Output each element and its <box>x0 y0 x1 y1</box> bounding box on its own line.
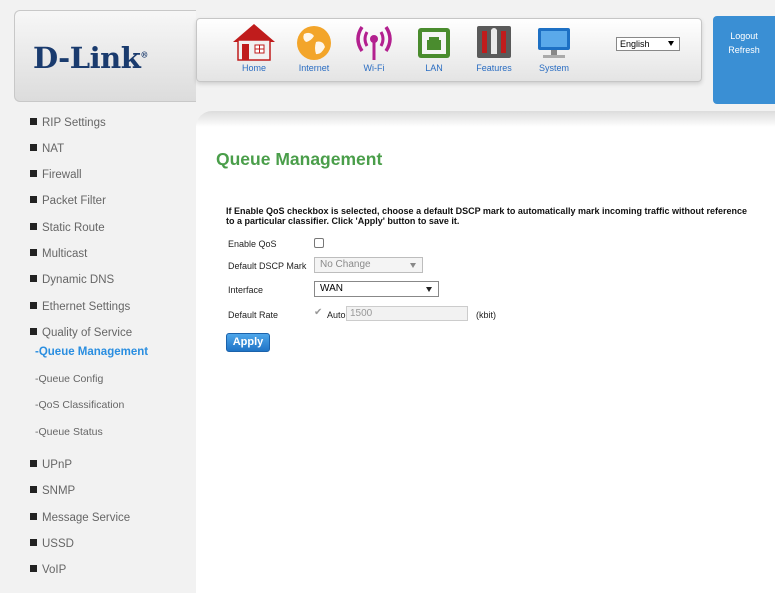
nav-lan[interactable]: LAN <box>404 22 464 80</box>
nav-lan-label: LAN <box>425 63 443 73</box>
sidebar-item-packet-filter[interactable]: Packet Filter <box>30 195 106 207</box>
language-value: English <box>620 39 650 49</box>
chevron-down-icon <box>426 287 432 292</box>
bullet-icon <box>30 460 37 467</box>
sidebar-item-message-service[interactable]: Message Service <box>30 512 130 524</box>
nav-system-label: System <box>538 63 569 73</box>
bullet-icon <box>30 144 37 151</box>
nav-internet-label: Internet <box>298 63 330 73</box>
enable-qos-checkbox[interactable] <box>314 238 324 248</box>
home-icon <box>233 24 275 61</box>
sidebar-sub-queue-config[interactable]: -Queue Config <box>35 373 103 385</box>
bullet-icon <box>30 249 37 256</box>
interface-select[interactable]: WAN <box>314 281 439 297</box>
sidebar-item-voip[interactable]: VoIP <box>30 564 66 576</box>
logout-link[interactable]: Logout <box>713 31 775 41</box>
nav-home[interactable]: Home <box>224 22 284 80</box>
default-rate-input[interactable]: 1500 <box>346 306 468 321</box>
bullet-icon <box>30 302 37 309</box>
bullet-icon <box>30 170 37 177</box>
refresh-link[interactable]: Refresh <box>713 45 775 55</box>
sidebar-sub-queue-status[interactable]: -Queue Status <box>35 426 103 438</box>
bullet-icon <box>30 539 37 546</box>
auto-checkbox[interactable]: ✔ <box>314 307 322 318</box>
chevron-down-icon <box>410 263 416 268</box>
apply-button[interactable]: Apply <box>226 333 270 352</box>
brand-panel: D-Link® <box>14 10 196 102</box>
dscp-label: Default DSCP Mark <box>228 261 307 271</box>
auto-label: Auto <box>327 310 346 320</box>
bullet-icon <box>30 196 37 203</box>
nav-features[interactable]: Features <box>464 22 524 80</box>
nav-wifi[interactable]: Wi-Fi <box>344 22 404 80</box>
sidebar: RIP Settings NAT Firewall Packet Filter … <box>0 106 195 593</box>
page-title: Queue Management <box>216 149 383 169</box>
nav-wifi-label: Wi-Fi <box>363 63 385 73</box>
interface-label: Interface <box>228 285 264 295</box>
bullet-icon <box>30 223 37 230</box>
nav-system[interactable]: System <box>524 22 584 80</box>
sidebar-item-static-route[interactable]: Static Route <box>30 222 105 234</box>
sidebar-sub-queue-management[interactable]: -Queue Management <box>35 346 148 358</box>
nav-home-label: Home <box>241 63 266 73</box>
d-link-logo: D-Link® <box>33 41 148 75</box>
sidebar-item-dynamic-dns[interactable]: Dynamic DNS <box>30 274 114 286</box>
sidebar-sub-qos-classification[interactable]: -QoS Classification <box>35 399 124 411</box>
content-panel: Queue Management If Enable QoS checkbox … <box>196 111 775 593</box>
bullet-icon <box>30 486 37 493</box>
sidebar-item-rip-settings[interactable]: RIP Settings <box>30 117 106 129</box>
globe-icon <box>297 26 331 60</box>
default-rate-label: Default Rate <box>228 310 279 320</box>
sidebar-item-upnp[interactable]: UPnP <box>30 459 72 471</box>
page-description: If Enable QoS checkbox is selected, choo… <box>226 206 747 226</box>
rate-unit: (kbit) <box>476 310 496 320</box>
bullet-icon <box>30 513 37 520</box>
monitor-icon <box>538 28 570 58</box>
lan-icon <box>418 28 450 58</box>
bullet-icon <box>30 275 37 282</box>
enable-qos-label: Enable QoS <box>228 239 277 249</box>
wifi-icon <box>356 26 392 60</box>
sidebar-item-nat[interactable]: NAT <box>30 143 64 155</box>
header: D-Link® Home Internet Wi-Fi LAN Features… <box>0 0 775 106</box>
chevron-down-icon <box>668 41 674 46</box>
interface-value: WAN <box>320 283 343 294</box>
sidebar-item-ethernet-settings[interactable]: Ethernet Settings <box>30 301 130 313</box>
sidebar-item-firewall[interactable]: Firewall <box>30 169 82 181</box>
user-panel: Logout Refresh <box>713 16 775 104</box>
nav-features-label: Features <box>476 63 512 73</box>
bullet-icon <box>30 565 37 572</box>
sidebar-item-snmp[interactable]: SNMP <box>30 485 75 497</box>
tools-icon <box>477 26 511 58</box>
bullet-icon <box>30 118 37 125</box>
language-select[interactable]: English <box>616 37 680 51</box>
sidebar-item-quality-of-service[interactable]: Quality of Service <box>30 327 132 339</box>
nav-internet[interactable]: Internet <box>284 22 344 80</box>
bullet-icon <box>30 328 37 335</box>
dscp-select[interactable]: No Change <box>314 257 423 273</box>
sidebar-item-multicast[interactable]: Multicast <box>30 248 87 260</box>
sidebar-item-ussd[interactable]: USSD <box>30 538 74 550</box>
dscp-value: No Change <box>320 259 371 270</box>
content-shade <box>196 111 775 127</box>
